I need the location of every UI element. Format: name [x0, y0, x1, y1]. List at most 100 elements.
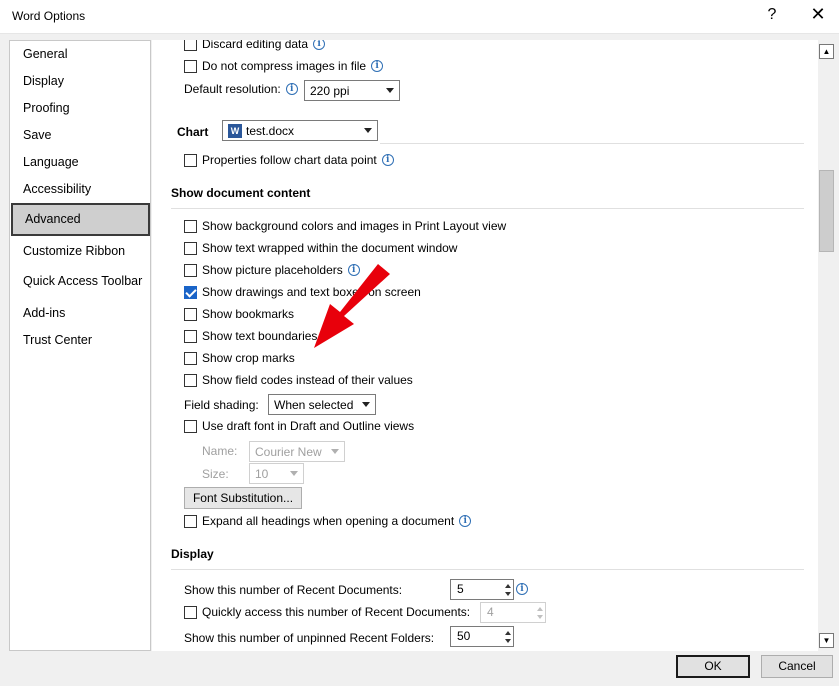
chart-file-dropdown[interactable]: W test.docx: [222, 120, 378, 141]
spin-down-icon[interactable]: [505, 639, 511, 643]
draft-font-name-value: Courier New: [255, 444, 322, 459]
recent-documents-value: 5: [457, 582, 464, 596]
spin-up-icon[interactable]: [505, 584, 511, 588]
field-shading-label: Field shading:: [184, 398, 259, 412]
show-bookmarks-option[interactable]: Show bookmarks: [184, 307, 294, 321]
properties-follow-option[interactable]: Properties follow chart data point i: [184, 153, 394, 167]
draft-font-size-value: 10: [255, 466, 269, 481]
scrollbar-thumb[interactable]: [819, 170, 834, 252]
ok-button[interactable]: OK: [676, 655, 750, 678]
info-icon: i: [516, 583, 528, 595]
display-heading: Display: [171, 547, 214, 561]
show-text-wrapped-label: Show text wrapped within the document wi…: [202, 241, 458, 255]
show-field-codes-checkbox[interactable]: [184, 373, 197, 387]
use-draft-font-checkbox[interactable]: [184, 419, 197, 433]
divider: [171, 569, 804, 570]
do-not-compress-option[interactable]: Do not compress images in file i: [184, 59, 384, 73]
properties-follow-label: Properties follow chart data point: [202, 153, 377, 167]
info-icon: i: [285, 83, 298, 95]
recent-documents-spinner[interactable]: 5: [450, 579, 514, 600]
recent-folders-value: 50: [457, 629, 471, 643]
do-not-compress-checkbox[interactable]: [184, 59, 197, 73]
field-shading-dropdown[interactable]: When selected: [268, 394, 376, 415]
field-shading-value: When selected: [274, 397, 354, 412]
show-field-codes-label: Show field codes instead of their values: [202, 373, 413, 387]
expand-headings-option[interactable]: Expand all headings when opening a docum…: [184, 514, 472, 528]
show-crop-marks-option[interactable]: Show crop marks: [184, 351, 295, 365]
chevron-down-icon: [362, 402, 370, 407]
default-resolution-dropdown[interactable]: 220 ppi: [304, 80, 400, 101]
nav-item-quick-access-toolbar[interactable]: Quick Access Toolbar: [23, 274, 142, 288]
chevron-down-icon: [364, 128, 372, 133]
show-text-wrapped-option[interactable]: Show text wrapped within the document wi…: [184, 241, 457, 255]
chart-file-value: test.docx: [246, 123, 295, 138]
use-draft-font-label: Use draft font in Draft and Outline view…: [202, 419, 415, 433]
properties-follow-checkbox[interactable]: [184, 153, 197, 167]
show-bookmarks-checkbox[interactable]: [184, 307, 197, 321]
show-field-codes-option[interactable]: Show field codes instead of their values: [184, 373, 413, 387]
spin-down-icon[interactable]: [505, 592, 511, 596]
nav-item-accessibility[interactable]: Accessibility: [23, 182, 91, 196]
chevron-down-icon: [331, 449, 339, 454]
default-resolution-row: Default resolution: i: [184, 82, 298, 96]
show-crop-marks-label: Show crop marks: [202, 351, 295, 365]
scroll-down-icon[interactable]: ▼: [819, 633, 834, 648]
default-resolution-label: Default resolution:: [184, 82, 281, 96]
nav-item-proofing[interactable]: Proofing: [23, 101, 70, 115]
quick-access-label: Quickly access this number of Recent Doc…: [202, 605, 471, 619]
nav-item-add-ins[interactable]: Add-ins: [23, 306, 65, 320]
scroll-up-icon[interactable]: ▲: [819, 44, 834, 59]
use-draft-font-option[interactable]: Use draft font in Draft and Outline view…: [184, 419, 414, 433]
close-icon[interactable]: ✕: [806, 4, 830, 25]
quick-access-option[interactable]: Quickly access this number of Recent Doc…: [184, 605, 470, 619]
draft-font-size-dropdown[interactable]: 10: [249, 463, 304, 484]
nav-item-advanced[interactable]: Advanced: [11, 203, 150, 236]
divider: [380, 143, 804, 144]
font-substitution-button[interactable]: Font Substitution...: [184, 487, 302, 509]
show-text-boundaries-option[interactable]: Show text boundaries: [184, 329, 317, 343]
draft-font-size-label: Size:: [202, 467, 229, 481]
discard-editing-data-checkbox[interactable]: [184, 40, 197, 51]
expand-headings-checkbox[interactable]: [184, 514, 197, 528]
nav-item-customize-ribbon[interactable]: Customize Ribbon: [23, 244, 125, 258]
do-not-compress-label: Do not compress images in file: [202, 59, 367, 73]
show-drawings-checkbox[interactable]: [184, 285, 197, 299]
show-text-boundaries-label: Show text boundaries: [202, 329, 318, 343]
vertical-scrollbar[interactable]: ▲ ▼: [818, 40, 835, 651]
info-icon: i: [371, 60, 384, 72]
nav-item-display[interactable]: Display: [23, 74, 64, 88]
help-icon[interactable]: ?: [762, 6, 782, 24]
nav-item-trust-center[interactable]: Trust Center: [23, 333, 92, 347]
divider: [171, 208, 804, 209]
discard-editing-data-option[interactable]: Discard editing data i: [184, 40, 326, 51]
draft-font-name-dropdown[interactable]: Courier New: [249, 441, 345, 462]
show-picture-placeholders-checkbox[interactable]: [184, 263, 197, 277]
show-crop-marks-checkbox[interactable]: [184, 351, 197, 365]
show-text-wrapped-checkbox[interactable]: [184, 241, 197, 255]
discard-editing-data-label: Discard editing data: [202, 40, 309, 51]
quick-access-spinner[interactable]: 4: [480, 602, 546, 623]
spin-down-icon[interactable]: [537, 615, 543, 619]
nav-item-general[interactable]: General: [23, 47, 67, 61]
chevron-down-icon: [290, 471, 298, 476]
nav-item-language[interactable]: Language: [23, 155, 79, 169]
advanced-options-panel: Discard editing data i Do not compress i…: [152, 40, 818, 651]
show-background-colors-label: Show background colors and images in Pri…: [202, 219, 507, 233]
info-icon: i: [381, 154, 394, 166]
chart-heading: Chart: [177, 125, 209, 139]
show-text-boundaries-checkbox[interactable]: [184, 329, 197, 343]
show-background-colors-option[interactable]: Show background colors and images in Pri…: [184, 219, 506, 233]
chevron-down-icon: [386, 88, 394, 93]
default-resolution-value: 220 ppi: [310, 83, 350, 98]
spin-up-icon[interactable]: [505, 631, 511, 635]
quick-access-checkbox[interactable]: [184, 605, 197, 619]
nav-item-save[interactable]: Save: [23, 128, 52, 142]
spin-up-icon[interactable]: [537, 607, 543, 611]
recent-folders-spinner[interactable]: 50: [450, 626, 514, 647]
show-background-colors-checkbox[interactable]: [184, 219, 197, 233]
options-nav: General Display Proofing Save Language A…: [9, 40, 151, 651]
quick-access-value: 4: [487, 605, 494, 619]
draft-font-name-label: Name:: [202, 444, 238, 458]
cancel-button[interactable]: Cancel: [761, 655, 833, 678]
word-document-icon: W: [228, 123, 242, 138]
